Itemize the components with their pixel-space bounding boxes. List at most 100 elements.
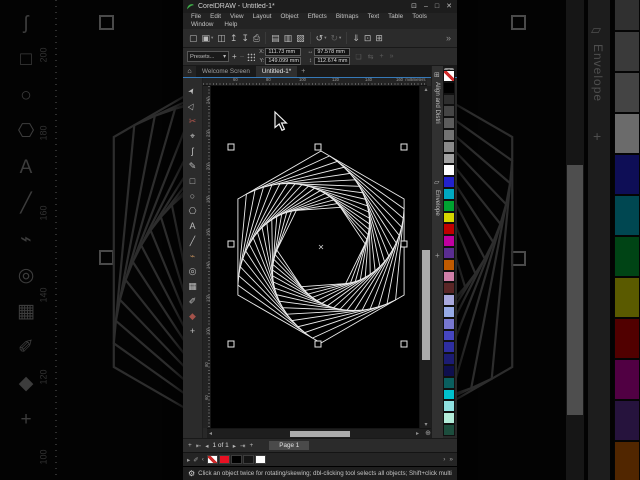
- toolbar-overflow-icon[interactable]: »: [446, 29, 451, 47]
- palette-swatch[interactable]: [443, 341, 455, 354]
- duplicate-icon[interactable]: ▧: [296, 29, 305, 47]
- menu-item[interactable]: View: [230, 13, 244, 21]
- vertical-scrollbar[interactable]: ▴ ▾: [419, 86, 431, 428]
- width-field[interactable]: 97.578 mm: [314, 48, 351, 56]
- palette-swatch[interactable]: [443, 211, 455, 224]
- palette-scroll-left-icon[interactable]: ‹: [202, 456, 204, 463]
- add-docker-button[interactable]: +: [435, 251, 440, 260]
- workspace-icon[interactable]: ⊡: [411, 0, 417, 13]
- previous-page-icon[interactable]: ◂: [205, 442, 208, 450]
- separator[interactable]: [265, 32, 267, 44]
- dimension-tool[interactable]: ╱: [183, 234, 202, 249]
- palette-swatch[interactable]: [443, 400, 455, 413]
- home-icon[interactable]: ⌂: [183, 66, 196, 77]
- export-icon[interactable]: ↧: [241, 29, 249, 47]
- menu-item[interactable]: Tools: [412, 13, 427, 21]
- paste-icon[interactable]: ▥: [284, 29, 293, 47]
- gear-icon[interactable]: ⚙: [188, 469, 195, 478]
- palette-swatch[interactable]: [443, 93, 455, 106]
- publish-pdf-icon[interactable]: ⇓: [352, 29, 360, 47]
- connector-tool[interactable]: ⌁: [183, 249, 202, 264]
- artistic-media-tool[interactable]: ✎: [183, 159, 202, 174]
- palette-scroll-right-icon[interactable]: ›: [443, 456, 445, 463]
- freehand-tool[interactable]: ʃ: [183, 144, 202, 159]
- add-preset-icon[interactable]: +: [380, 53, 384, 61]
- separator[interactable]: [346, 32, 348, 44]
- open-icon[interactable]: ▣: [202, 29, 214, 47]
- palette-swatch[interactable]: [443, 223, 455, 236]
- copy-envelope-properties-icon[interactable]: ❏: [355, 53, 361, 61]
- palette-swatch[interactable]: [443, 294, 455, 306]
- print-icon[interactable]: ⎙: [253, 29, 260, 47]
- polygon-tool[interactable]: ⎔: [183, 204, 202, 219]
- menu-item[interactable]: Edit: [210, 13, 221, 21]
- rectangle-tool[interactable]: □: [183, 174, 202, 189]
- palette-swatch[interactable]: [443, 128, 455, 141]
- y-position-field[interactable]: 149.099 mm: [265, 57, 302, 65]
- add-page-button[interactable]: +: [250, 442, 254, 449]
- document-swatch[interactable]: [254, 455, 266, 464]
- menu-item[interactable]: Effects: [308, 13, 327, 21]
- palette-swatch[interactable]: [443, 199, 455, 212]
- x-position-field[interactable]: 111.73 mm: [265, 48, 302, 56]
- palette-swatch[interactable]: [443, 81, 455, 94]
- docker-tab-envelope[interactable]: Envelope: [434, 190, 441, 216]
- add-tools-button[interactable]: +: [183, 324, 202, 339]
- menu-item[interactable]: Window: [191, 21, 213, 29]
- envelope-icon[interactable]: ▱: [434, 178, 439, 186]
- palette-swatch[interactable]: [443, 164, 455, 177]
- palette-swatch[interactable]: [443, 246, 455, 259]
- palette-swatch[interactable]: [443, 376, 455, 389]
- document-swatch[interactable]: [206, 455, 218, 464]
- presets-dropdown[interactable]: Presets... ▾: [187, 51, 229, 62]
- undo-icon[interactable]: ↺: [316, 29, 327, 47]
- palette-swatch[interactable]: [443, 176, 455, 188]
- import-icon[interactable]: ↥: [230, 29, 238, 47]
- palette-flyout-icon[interactable]: ▸: [187, 456, 190, 464]
- palette-swatch[interactable]: [443, 152, 455, 165]
- new-tab-button[interactable]: +: [297, 66, 309, 77]
- align-distribute-icon[interactable]: ⊞: [434, 71, 440, 79]
- menu-item[interactable]: Bitmaps: [336, 13, 359, 21]
- palette-swatch[interactable]: [443, 187, 455, 200]
- menu-item[interactable]: Help: [224, 21, 237, 29]
- next-page-icon[interactable]: ▸: [233, 442, 236, 450]
- create-envelope-from-icon[interactable]: ⇆: [368, 53, 374, 61]
- menu-item[interactable]: Layout: [253, 13, 272, 21]
- fullscreen-preview-icon[interactable]: ⊡: [364, 29, 372, 47]
- palette-swatch[interactable]: [443, 282, 455, 295]
- menu-item[interactable]: File: [191, 13, 201, 21]
- tab-welcome-screen[interactable]: Welcome Screen: [196, 66, 256, 77]
- eyedropper-tool[interactable]: ✐: [183, 294, 202, 309]
- document-swatch[interactable]: [218, 455, 230, 464]
- save-icon[interactable]: ◫: [217, 29, 226, 47]
- close-button[interactable]: ✕: [446, 0, 452, 13]
- first-page-icon[interactable]: ⇤: [196, 442, 201, 450]
- ellipse-tool[interactable]: ○: [183, 189, 202, 204]
- palette-swatch[interactable]: [443, 270, 455, 283]
- palette-swatch[interactable]: [443, 305, 455, 318]
- remove-preset-button[interactable]: −: [240, 51, 245, 62]
- palette-swatch[interactable]: [443, 364, 455, 377]
- minimize-button[interactable]: –: [424, 0, 428, 13]
- horizontal-scrollbar-thumb[interactable]: [290, 431, 350, 437]
- palette-swatch[interactable]: [443, 329, 455, 342]
- horizontal-scrollbar[interactable]: ◂ ▸ ⊕: [207, 428, 431, 438]
- drop-shadow-tool[interactable]: ◎: [183, 264, 202, 279]
- tab-untitled-1[interactable]: Untitled-1*: [255, 66, 298, 77]
- interactive-fill-tool[interactable]: ◆: [183, 309, 202, 324]
- add-preset-button[interactable]: +: [232, 51, 237, 62]
- propbar-overflow-icon[interactable]: »: [390, 53, 394, 61]
- anchor-point-grid-icon[interactable]: [247, 52, 256, 61]
- text-tool[interactable]: A: [183, 219, 202, 234]
- maximize-button[interactable]: □: [435, 0, 439, 13]
- palette-swatch[interactable]: [443, 235, 455, 247]
- menu-item[interactable]: Text: [368, 13, 380, 21]
- zoom-level-icon[interactable]: ⊞: [375, 29, 383, 47]
- menu-item[interactable]: Table: [388, 13, 403, 21]
- palette-swatch[interactable]: [443, 353, 455, 365]
- document-swatch[interactable]: [230, 455, 242, 464]
- palette-swatch[interactable]: [443, 105, 455, 118]
- drawing-canvas[interactable]: [211, 86, 419, 428]
- palette-more-icon[interactable]: »: [449, 456, 453, 463]
